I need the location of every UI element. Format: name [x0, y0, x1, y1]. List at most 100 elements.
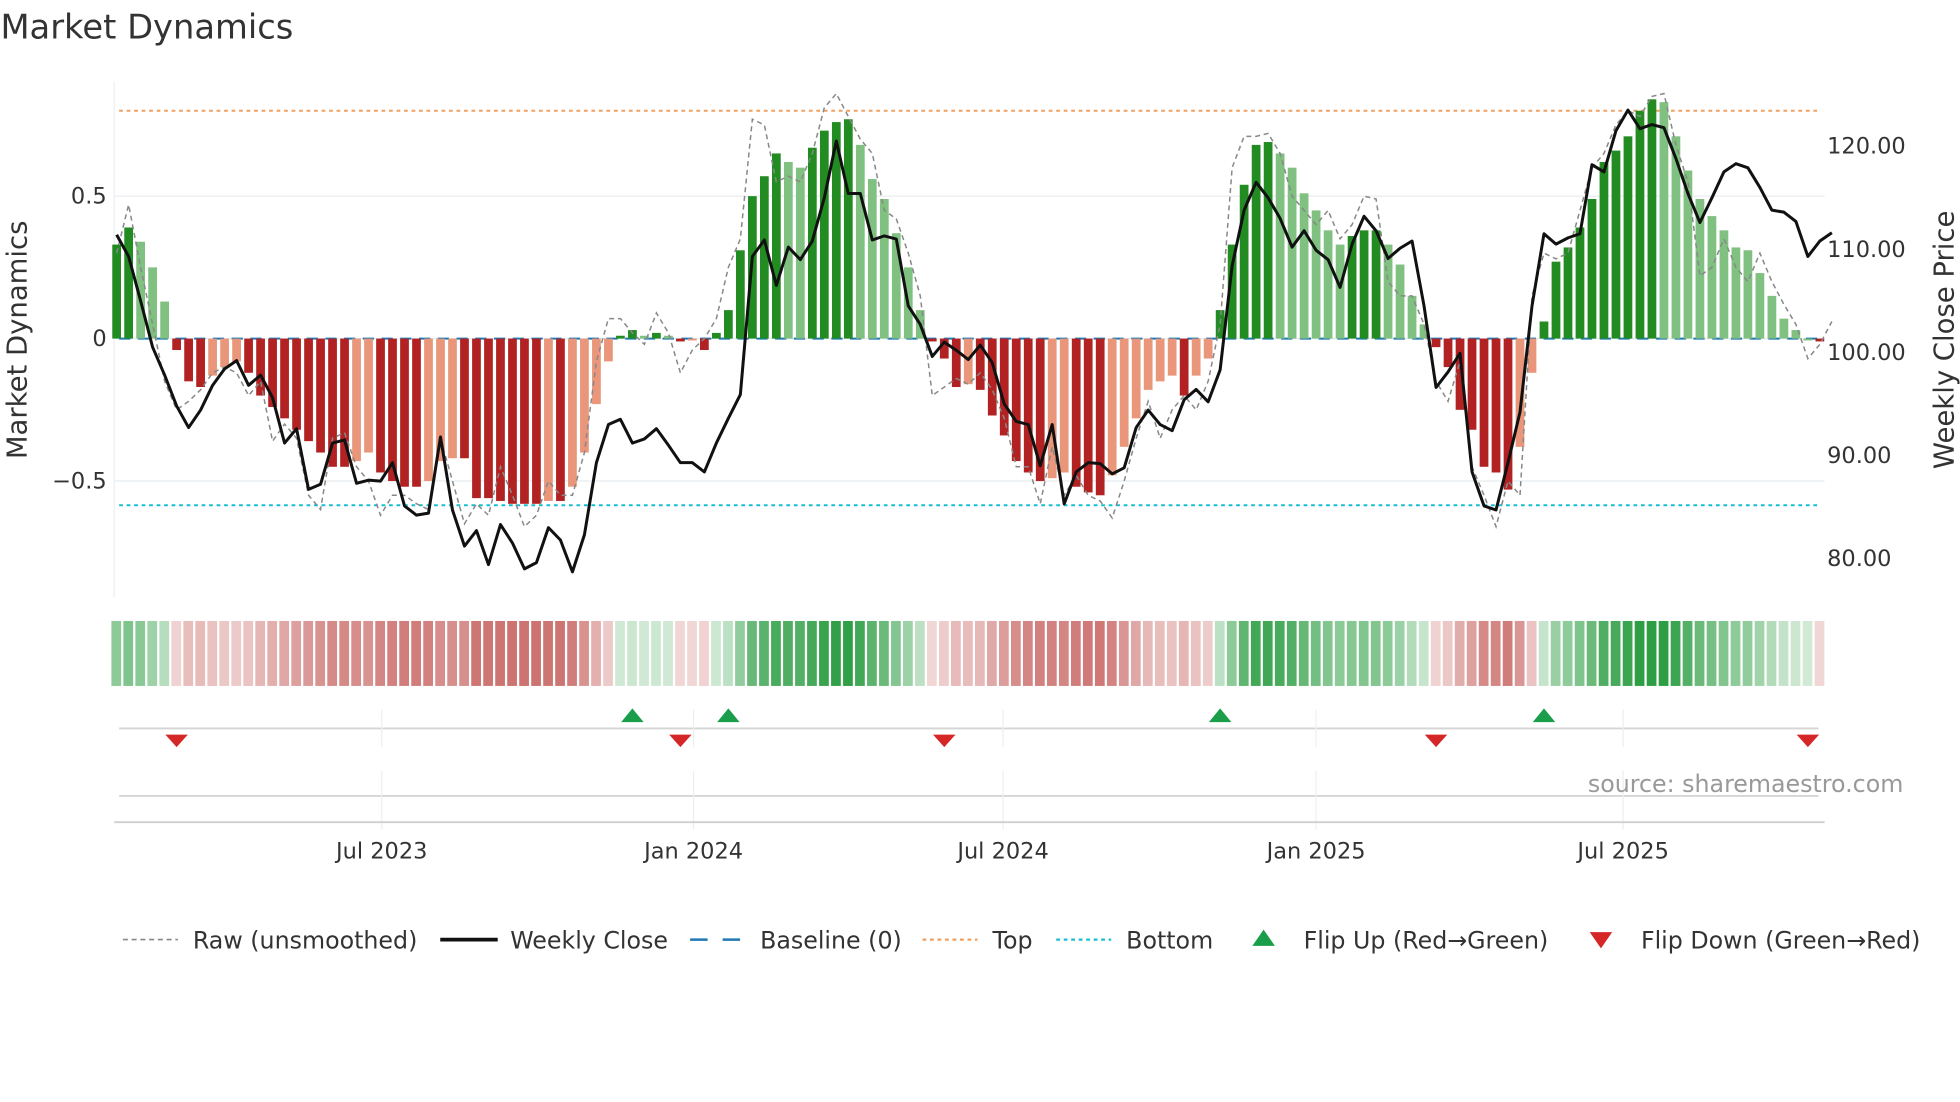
- heat-strip-cell: [1706, 620, 1717, 686]
- heat-strip-cell: [1130, 620, 1141, 686]
- legend: Raw (unsmoothed) Weekly Close Baseline (0)…: [122, 926, 1920, 954]
- x-tick-label: Jan 2024: [642, 838, 743, 864]
- heat-strip-cell: [1766, 620, 1777, 686]
- heat-strip-cell: [627, 620, 637, 686]
- dynamics-bar: [1587, 199, 1597, 339]
- flip-up-marker: [621, 708, 644, 723]
- dynamics-bar: [460, 338, 469, 459]
- legend-item-close: Weekly Close: [440, 926, 668, 954]
- heat-strip-cell: [603, 620, 613, 686]
- dynamics-bar: [604, 338, 613, 362]
- dynamics-bar: [1395, 264, 1405, 339]
- legend-label: Raw (unsmoothed): [193, 926, 417, 954]
- weekly-close-line: [115, 108, 1833, 574]
- dynamics-bar: [1539, 321, 1549, 339]
- heat-strip-cell: [507, 620, 517, 686]
- dynamics-bar: [1143, 338, 1153, 390]
- x-tick-label: Jan 2025: [1265, 838, 1366, 864]
- x-tick-label: Jul 2025: [1575, 838, 1668, 864]
- raw-line: [115, 92, 1833, 530]
- dynamics-bar: [292, 338, 301, 430]
- dynamics-bar: [1095, 338, 1105, 496]
- heat-strip-cell: [1118, 620, 1129, 686]
- legend-label: Flip Up (Red→Green): [1304, 926, 1549, 954]
- heat-strip-cell: [927, 620, 937, 686]
- dynamics-bar: [1431, 338, 1441, 348]
- dynamics-bar: [124, 227, 134, 339]
- heat-strip-cell: [819, 620, 829, 686]
- x-axis: Jul 2023 Jan 2024 Jul 2024 Jan 2025 Jul 2025: [114, 709, 1825, 864]
- heat-strip-cell: [747, 620, 757, 686]
- dynamics-bar: [664, 335, 673, 339]
- heat-strip-cell: [447, 620, 457, 686]
- legend-label: Flip Down (Green→Red): [1641, 926, 1920, 954]
- heat-strip-cell: [1226, 620, 1237, 686]
- heat-strip-cell: [1562, 620, 1573, 686]
- heat-strip-cell: [1250, 620, 1261, 686]
- heat-strip-cell: [207, 620, 218, 686]
- heat-strip-cell: [735, 620, 745, 686]
- heat-strip-cell: [579, 620, 589, 686]
- dynamics-bar: [196, 338, 205, 388]
- heat-strip-cell: [663, 620, 673, 686]
- dynamics-bar: [1011, 338, 1021, 462]
- heat-strip-cell: [1814, 620, 1825, 686]
- flip-down-marker: [165, 734, 188, 748]
- heat-strip-cell: [951, 620, 961, 686]
- dynamics-bar: [843, 119, 853, 339]
- dynamics-bar: [616, 335, 625, 339]
- dynamics-bar: [520, 338, 529, 504]
- y-axis-label: Market Dynamics: [2, 221, 34, 460]
- flip-up-marker: [1208, 708, 1232, 723]
- dynamics-bar: [412, 338, 421, 487]
- heat-strip-cell: [111, 620, 122, 686]
- heat-strip-cell: [1622, 620, 1633, 686]
- heat-strip-cell: [1154, 620, 1165, 686]
- dynamics-bar: [484, 338, 493, 499]
- y2-tick-label: 120.00: [1827, 134, 1906, 160]
- heat-strip-cell: [1586, 620, 1597, 686]
- heat-strip-cell: [315, 620, 326, 686]
- heat-strip-cell: [303, 620, 314, 686]
- reference-lines: [119, 109, 1819, 507]
- heat-strip-cell: [171, 620, 182, 686]
- dynamics-bar: [628, 330, 637, 339]
- dynamics-bar: [1575, 227, 1585, 339]
- market-dynamics-chart: Market Dynamics 0.5 0 −0.5 120.00 110.00 100…: [0, 8, 1960, 955]
- dynamics-bar: [1635, 110, 1645, 339]
- dynamics-bar: [1311, 210, 1321, 339]
- dynamics-bar: [1287, 167, 1297, 339]
- dynamics-bar: [232, 338, 241, 362]
- heat-strip-cell: [771, 620, 781, 686]
- heat-strip-cell: [759, 620, 769, 686]
- heat-strip-cell: [219, 620, 230, 686]
- heat-strip-cell: [267, 620, 278, 686]
- heat-strip-cell: [1454, 620, 1465, 686]
- heat-strip-cell: [711, 620, 721, 686]
- heat-strip-cell: [1142, 620, 1153, 686]
- heat-strip-cell: [1346, 620, 1357, 686]
- legend-item-baseline: Baseline (0): [690, 926, 902, 954]
- heat-strip-cell: [1070, 620, 1081, 686]
- heat-strip-cell: [1802, 620, 1813, 686]
- heat-strip-cell: [147, 620, 158, 686]
- dynamics-bar: [1743, 250, 1753, 339]
- heat-strip-cell: [1442, 620, 1453, 686]
- dynamics-bar: [508, 338, 517, 504]
- heat-strip-cell: [387, 620, 398, 686]
- heat-strip-cell: [879, 620, 889, 686]
- dynamics-bar: [532, 338, 541, 504]
- heat-strip-cell: [531, 620, 541, 686]
- dynamics-bar: [364, 338, 373, 453]
- heat-strip-cell: [375, 620, 386, 686]
- heat-strip-cell: [1058, 620, 1069, 686]
- heat-strip-cell: [279, 620, 290, 686]
- heat-strip-cell: [363, 620, 374, 686]
- heat-strip-cell: [1178, 620, 1189, 686]
- dynamics-bar: [676, 338, 685, 342]
- dynamics-bar: [472, 338, 481, 499]
- heat-strip-cell: [255, 620, 266, 686]
- dynamics-bar: [723, 310, 733, 339]
- dynamics-bar: [1779, 318, 1789, 339]
- heat-strip-cell: [795, 620, 805, 686]
